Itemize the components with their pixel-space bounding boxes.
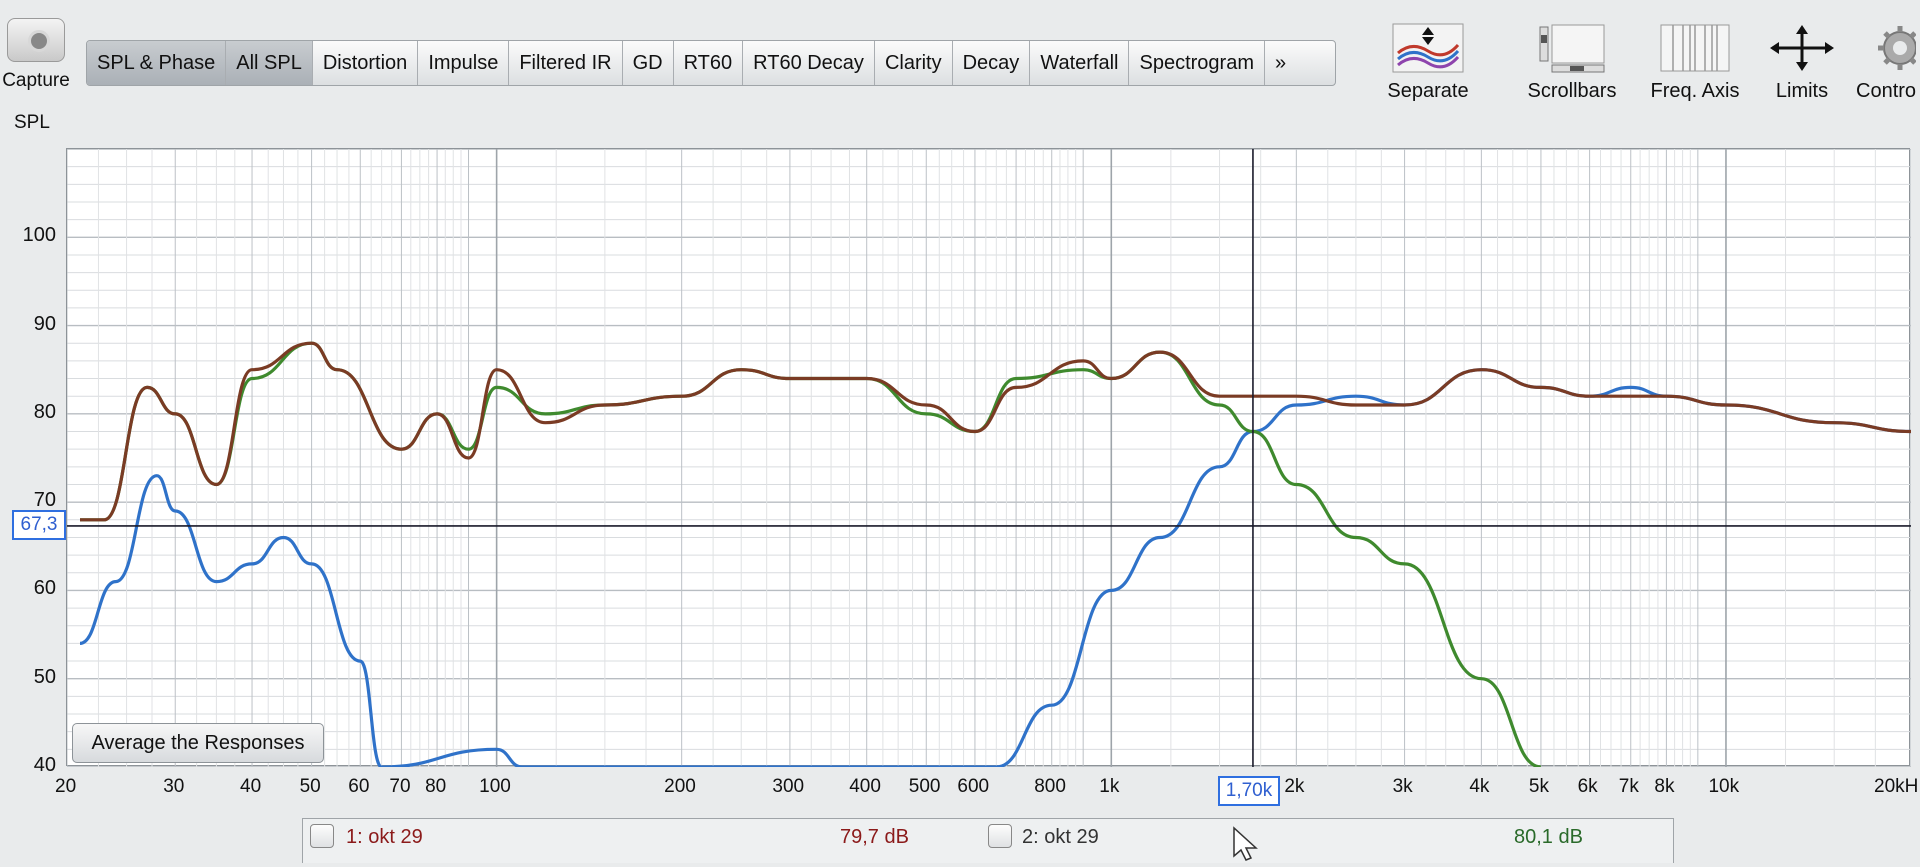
gear-icon — [1856, 22, 1920, 74]
controls-button[interactable]: Contro — [1856, 22, 1920, 103]
x-tick-label: 3k — [1392, 776, 1413, 797]
tab-spl-phase[interactable]: SPL & Phase — [87, 41, 227, 85]
legend-label-1: 1: okt 29 — [346, 826, 423, 848]
x-tick-label: 80 — [425, 776, 447, 797]
y-tick-label: 50 — [33, 665, 56, 688]
tab-decay[interactable]: Decay — [953, 41, 1031, 85]
y-tick-label: 100 — [22, 224, 56, 247]
average-responses-button[interactable]: Average the Responses — [72, 723, 324, 763]
capture-label: Capture — [2, 70, 70, 91]
x-tick-label: 2k — [1284, 776, 1305, 797]
separate-button[interactable]: Separate — [1376, 22, 1480, 103]
y-tick-label: 90 — [33, 312, 56, 335]
freq-axis-icon — [1640, 22, 1750, 74]
series-line-1 — [79, 368, 1911, 767]
x-tick-label: 800 — [1034, 776, 1066, 797]
tab-rt60[interactable]: RT60 — [674, 41, 744, 85]
tab-spectrogram[interactable]: Spectrogram — [1129, 41, 1265, 85]
x-tick-label: 200 — [664, 776, 696, 797]
x-tick-label: 400 — [849, 776, 881, 797]
separate-label: Separate — [1387, 80, 1469, 102]
cursor-x-readout: 1,70k — [1218, 776, 1280, 806]
x-tick-label: 40 — [240, 776, 262, 797]
x-tick-label: 600 — [957, 776, 990, 797]
x-tick-label: 6k — [1577, 776, 1598, 797]
x-tick-label: 300 — [772, 776, 805, 797]
spl-chart — [67, 149, 1911, 767]
limits-label: Limits — [1775, 80, 1829, 102]
tab-clarity[interactable]: Clarity — [875, 41, 953, 85]
x-tick-label: 50 — [299, 776, 321, 797]
x-tick-label: 4k — [1469, 776, 1490, 797]
y-tick-label: 40 — [33, 754, 56, 776]
cursor-y-readout: 67,3 — [12, 510, 66, 540]
legend-label-2: 2: okt 29 — [1022, 826, 1099, 848]
x-tick-label: 8k — [1654, 776, 1675, 797]
capture-button[interactable]: Capture — [0, 18, 72, 98]
tab-more[interactable]: » — [1265, 41, 1296, 85]
limits-icon — [1760, 22, 1844, 74]
tab-gd[interactable]: GD — [623, 41, 674, 85]
scrollbars-label: Scrollbars — [1527, 80, 1617, 102]
x-tick-label: 1k — [1099, 776, 1120, 797]
spl-graph[interactable] — [66, 148, 1911, 767]
tab-filtered-ir[interactable]: Filtered IR — [509, 41, 623, 85]
graph-tab-bar: SPL & Phase All SPL Distortion Impulse F… — [86, 40, 1336, 86]
legend-checkbox-2[interactable] — [988, 824, 1012, 848]
x-tick-label: 7k — [1618, 776, 1639, 797]
mouse-pointer-icon — [1232, 826, 1262, 867]
panel-label: SPL — [14, 112, 50, 133]
tab-waterfall[interactable]: Waterfall — [1030, 41, 1130, 85]
scrollbars-icon — [1520, 22, 1624, 74]
tab-all-spl[interactable]: All SPL — [226, 41, 313, 85]
x-tick-label: 10k — [1708, 776, 1740, 797]
controls-label: Contro — [1856, 80, 1917, 102]
y-tick-label: 70 — [33, 489, 56, 512]
x-tick-label: 30 — [163, 776, 185, 797]
x-tick-label: 100 — [479, 776, 511, 797]
legend-value-1: 79,7 dB — [840, 826, 909, 848]
tab-impulse[interactable]: Impulse — [418, 41, 510, 85]
legend-checkbox-1[interactable] — [310, 824, 334, 848]
limits-button[interactable]: Limits — [1760, 22, 1844, 103]
tab-rt60-decay[interactable]: RT60 Decay — [743, 41, 875, 85]
x-tick-label: 70 — [389, 776, 411, 797]
freq-axis-label: Freq. Axis — [1650, 80, 1740, 102]
separate-icon — [1376, 22, 1480, 74]
legend-value-2: 80,1 dB — [1514, 826, 1583, 848]
x-tick-label: 500 — [908, 776, 941, 797]
x-tick-label: 5k — [1528, 776, 1549, 797]
y-tick-label: 80 — [33, 400, 56, 423]
freq-axis-button[interactable]: Freq. Axis — [1640, 22, 1750, 103]
x-tick-label: 20kH — [1874, 776, 1919, 797]
x-tick-label: 20 — [55, 776, 77, 797]
y-tick-label: 60 — [33, 577, 56, 600]
x-tick-label: 60 — [348, 776, 370, 797]
scrollbars-button[interactable]: Scrollbars — [1520, 22, 1624, 103]
tab-distortion[interactable]: Distortion — [313, 41, 419, 85]
capture-icon — [7, 18, 65, 62]
